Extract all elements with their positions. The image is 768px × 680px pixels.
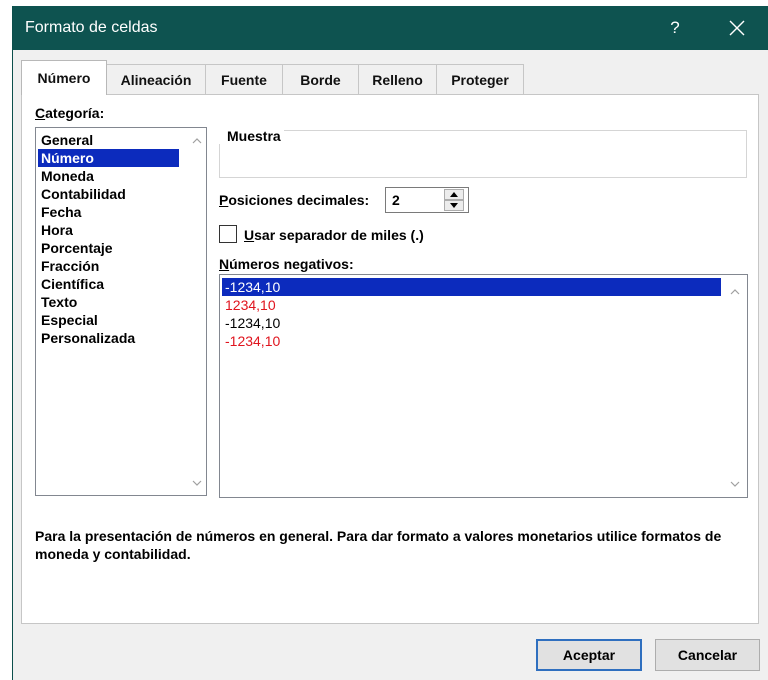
thousands-separator-checkbox[interactable] [219,225,237,243]
negative-format-option[interactable]: -1234,10 [222,278,721,296]
help-icon: ? [670,18,680,37]
negative-format-option[interactable]: -1234,10 [222,332,280,350]
negative-format-option[interactable]: 1234,10 [222,296,276,314]
tab-alineacion[interactable]: Alineación [106,64,206,94]
category-item-numero[interactable]: Número [38,149,179,167]
close-button[interactable] [713,6,761,50]
negative-format-text: -1234,10 [225,333,281,349]
chevron-up-icon [730,288,739,294]
tab-label: Alineación [120,71,192,88]
tab-label: Número [37,70,91,86]
scroll-down-button[interactable] [726,475,743,492]
tab-fuente[interactable]: Fuente [205,64,283,94]
category-item-contabilidad[interactable]: Contabilidad [38,185,126,203]
category-item-cientifica[interactable]: Científica [38,275,104,293]
chevron-down-icon [730,481,739,487]
close-icon [729,20,745,36]
tab-proteger[interactable]: Proteger [436,64,524,94]
negative-format-text: -1234,10 [225,315,281,331]
decimals-value[interactable]: 2 [392,192,400,208]
category-item-especial[interactable]: Especial [38,311,98,329]
category-item-fraccion[interactable]: Fracción [38,257,99,275]
spin-down-button[interactable] [444,200,464,211]
category-label: Categoría: [35,105,105,121]
category-listbox[interactable]: General Número Moneda Contabilidad Fecha… [35,127,207,496]
scroll-up-button[interactable] [726,283,743,300]
sample-group [219,130,747,178]
tab-label: Borde [300,71,341,88]
category-item-personalizada[interactable]: Personalizada [38,329,135,347]
triangle-down-icon [450,203,458,208]
sample-group-title: Muestra [219,128,284,144]
chevron-down-icon [192,480,201,486]
category-item-hora[interactable]: Hora [38,221,73,239]
thousands-separator-label[interactable]: Usar separador de miles (.) [244,227,424,243]
negatives-label: Números negativos: [219,256,354,272]
ok-button-label: Aceptar [562,647,616,663]
negative-format-text: 1234,10 [225,297,276,313]
format-description: Para la presentación de números en gener… [35,528,722,562]
window-title: Formato de celdas [25,19,158,36]
negatives-scrollbar[interactable] [726,275,743,497]
category-item-fecha[interactable]: Fecha [38,203,81,221]
format-cells-dialog: Formato de celdas ? Número Alineación Fu… [12,6,768,680]
tab-label: Relleno [372,71,423,88]
tab-relleno[interactable]: Relleno [358,64,437,94]
category-item-texto[interactable]: Texto [38,293,77,311]
triangle-up-icon [450,192,458,197]
decimals-spinner[interactable]: 2 [385,187,469,213]
scroll-down-button[interactable] [188,474,205,491]
category-item-moneda[interactable]: Moneda [38,167,94,185]
chevron-up-icon [192,137,201,143]
title-bar: Formato de celdas ? [13,6,768,50]
ok-button[interactable]: Aceptar [536,639,642,671]
spin-up-button[interactable] [444,189,464,200]
cancel-button[interactable]: Cancelar [655,639,760,671]
tab-borde[interactable]: Borde [282,64,359,94]
scroll-up-button[interactable] [188,132,205,149]
category-item-porcentaje[interactable]: Porcentaje [38,239,113,257]
tab-label: Proteger [451,71,509,88]
cancel-button-label: Cancelar [677,647,738,663]
negatives-listbox[interactable]: -1234,10 1234,10 -1234,10 -1234,10 [219,274,748,498]
tab-numero[interactable]: Número [21,60,107,95]
decimals-label: Posiciones decimales: [219,192,370,208]
category-item-general[interactable]: General [38,131,93,149]
category-scrollbar[interactable] [188,128,205,495]
help-button[interactable]: ? [653,6,697,50]
tab-label: Fuente [221,71,267,88]
negative-format-option[interactable]: -1234,10 [222,314,280,332]
negative-format-text: -1234,10 [225,279,281,295]
